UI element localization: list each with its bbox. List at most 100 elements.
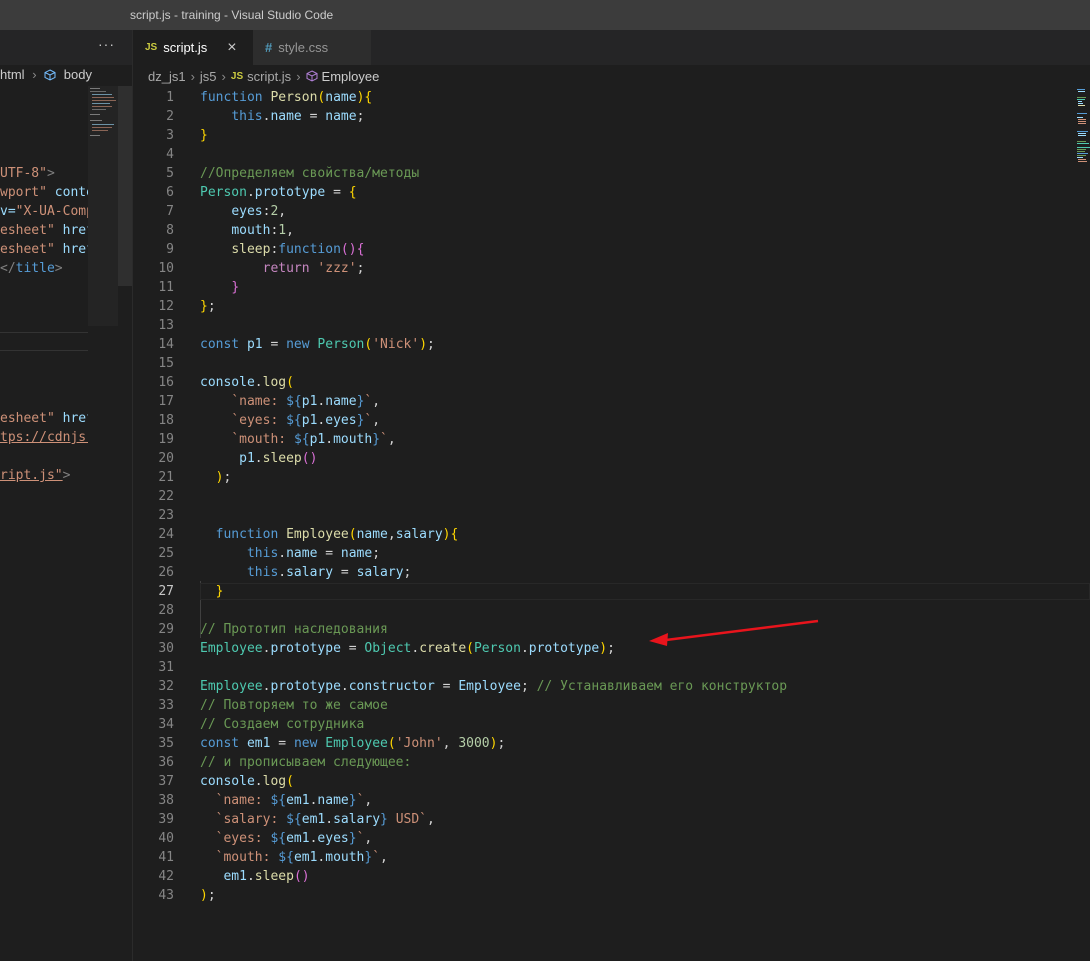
code-text: };: [200, 297, 216, 316]
code-token: ,: [427, 812, 435, 827]
code-line[interactable]: 9 sleep:function(){: [133, 240, 1073, 259]
code-token: v=: [0, 204, 16, 219]
css-file-icon: #: [265, 40, 273, 55]
code-editor[interactable]: 1 function Person(name){2 this.name = nam…: [133, 87, 1090, 961]
code-line[interactable]: 21 );: [133, 468, 1073, 487]
code-token: }: [231, 280, 240, 295]
code-token: em1: [293, 850, 318, 865]
divider: [0, 332, 88, 333]
breadcrumb-file[interactable]: script.js: [247, 69, 291, 84]
left-minimap[interactable]: [88, 86, 118, 176]
code-line[interactable]: 32 Employee.prototype.constructor = Emplo…: [133, 677, 1073, 696]
code-token: p1: [309, 432, 326, 447]
more-actions-icon[interactable]: ···: [98, 36, 115, 52]
code-line[interactable]: 20 p1.sleep(): [133, 449, 1073, 468]
code-token: `mouth:: [215, 850, 279, 865]
code-line[interactable]: 39 `salary: ${em1.salary} USD`,: [133, 810, 1073, 829]
code-token: // Прототип наследования: [200, 622, 388, 637]
code-line[interactable]: 15: [133, 354, 1073, 373]
code-token: Employee: [325, 736, 388, 751]
line-number: 33: [158, 698, 174, 713]
code-line[interactable]: 34 // Создаем сотрудника: [133, 715, 1073, 734]
code-line[interactable]: 11 }: [133, 278, 1073, 297]
code-line[interactable]: 2 this.name = name;: [133, 107, 1073, 126]
close-icon[interactable]: ×: [227, 39, 236, 57]
code-token: name: [325, 109, 357, 124]
code-line[interactable]: 12};: [133, 297, 1073, 316]
code-line[interactable]: 10 return 'zzz';: [133, 259, 1073, 278]
code-line[interactable]: 5 //Определяем свойства/методы: [133, 164, 1073, 183]
code-line[interactable]: 27 }: [133, 582, 1090, 601]
code-text: console.log(: [200, 373, 294, 392]
code-line[interactable]: 26 this.salary = salary;: [133, 563, 1073, 582]
code-line[interactable]: 28: [133, 601, 1073, 620]
code-token: .: [340, 679, 349, 694]
code-token: ): [442, 527, 451, 542]
code-line[interactable]: 7 eyes:2,: [133, 202, 1073, 221]
code-line[interactable]: 6 Person.prototype = {: [133, 183, 1073, 202]
code-token: ,: [380, 850, 388, 865]
code-token: }: [348, 793, 357, 808]
code-line[interactable]: 14 const p1 = new Person('Nick');: [133, 335, 1073, 354]
code-line[interactable]: 13: [133, 316, 1073, 335]
breadcrumb-folder[interactable]: js5: [200, 69, 217, 84]
left-code-area[interactable]: UTF-8">wport" contev="X-UA-Compesheet" h…: [0, 30, 88, 961]
code-line[interactable]: 22: [133, 487, 1073, 506]
code-line[interactable]: 36 // и прописываем следующее:: [133, 753, 1073, 772]
code-token: this: [231, 109, 263, 124]
code-text: console.log(: [200, 772, 294, 791]
line-number: 18: [158, 413, 174, 428]
code-line[interactable]: 40 `eyes: ${em1.eyes}`,: [133, 829, 1073, 848]
code-line[interactable]: 17 `name: ${p1.name}`,: [133, 392, 1073, 411]
code-line[interactable]: 31: [133, 658, 1073, 677]
code-token: salary: [356, 565, 404, 580]
code-line[interactable]: 19 `mouth: ${p1.mouth}`,: [133, 430, 1073, 449]
code-line[interactable]: 38 `name: ${em1.name}`,: [133, 791, 1073, 810]
minimap[interactable]: [1076, 87, 1090, 167]
code-line[interactable]: 24 function Employee(name,salary){: [133, 525, 1073, 544]
code-token: ): [348, 242, 357, 257]
code-text: `mouth: ${p1.mouth}`,: [200, 430, 396, 449]
code-token: Person: [317, 337, 365, 352]
code-token: `: [380, 432, 388, 447]
code-line[interactable]: 1 function Person(name){: [133, 88, 1073, 107]
breadcrumb-symbol[interactable]: Employee: [322, 69, 380, 84]
code-line[interactable]: 23: [133, 506, 1073, 525]
left-code-line: wport" conte: [0, 183, 88, 202]
line-number: 10: [158, 261, 174, 276]
code-token: Person: [473, 641, 521, 656]
code-token: ,: [387, 432, 396, 447]
code-line[interactable]: 29 // Прототип наследования: [133, 620, 1073, 639]
code-line[interactable]: 37 console.log(: [133, 772, 1073, 791]
tab-script-js[interactable]: JS script.js ×: [133, 30, 253, 65]
code-line[interactable]: 30 Employee.prototype = Object.create(Per…: [133, 639, 1073, 658]
code-line[interactable]: 3}: [133, 126, 1073, 145]
code-token: mouth: [325, 850, 365, 865]
breadcrumb-folder[interactable]: dz_js1: [148, 69, 186, 84]
code-line[interactable]: 43);: [133, 886, 1073, 905]
left-code-line: ript.js">: [0, 466, 70, 485]
tab-style-css[interactable]: # style.css: [253, 30, 371, 65]
code-line[interactable]: 18 `eyes: ${p1.eyes}`,: [133, 411, 1073, 430]
code-token: (: [387, 736, 396, 751]
code-token: ript.js": [0, 468, 63, 483]
code-line[interactable]: 16 console.log(: [133, 373, 1073, 392]
left-code-line: esheet" href: [0, 409, 88, 428]
code-text: }: [200, 278, 239, 297]
code-text: eyes:2,: [200, 202, 286, 221]
code-line[interactable]: 33 // Повторяем то же самое: [133, 696, 1073, 715]
code-line[interactable]: 42 em1.sleep(): [133, 867, 1073, 886]
code-text: //Определяем свойства/методы: [200, 164, 419, 183]
code-line[interactable]: 35 const em1 = new Employee('John', 3000)…: [133, 734, 1073, 753]
code-token: em1: [286, 831, 310, 846]
left-scrollbar[interactable]: [118, 86, 132, 286]
line-number: 1: [166, 90, 174, 105]
code-line[interactable]: 4: [133, 145, 1073, 164]
code-line[interactable]: 25 this.name = name;: [133, 544, 1073, 563]
code-line[interactable]: 41 `mouth: ${em1.mouth}`,: [133, 848, 1073, 867]
code-line[interactable]: 8 mouth:1,: [133, 221, 1073, 240]
chevron-right-icon: ›: [190, 68, 195, 84]
